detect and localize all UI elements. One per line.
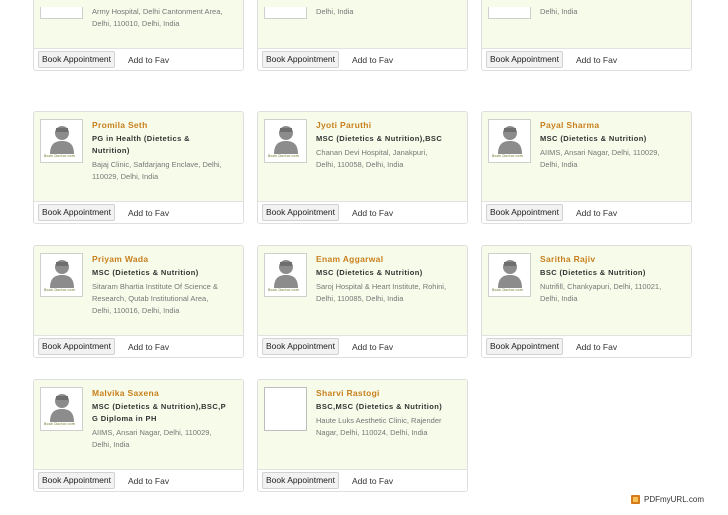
doctor-address: Delhi, India [316,7,354,16]
card-actions: Book Appointment Add to Fav [258,201,467,223]
bookdoctor-logo: Book Doctor.com [492,288,524,292]
doctor-address: Sitaram Bhartia Institute Of Science & Re… [92,282,218,315]
card-actions: Book Appointment Add to Fav [34,469,243,491]
bookdoctor-logo: Book Doctor.com [44,154,76,158]
card-actions: Book Appointment Add to Fav [34,48,243,70]
add-to-fav-link[interactable]: Add to Fav [352,55,393,65]
doctor-name[interactable]: Jyoti Paruthi [316,120,466,131]
add-to-fav-link[interactable]: Add to Fav [352,476,393,486]
brand-text: PDFmyURL.com [643,495,704,504]
doctor-card: Sharvi Rastogi BSC,MSC (Dietetics & Nutr… [257,379,468,492]
doctor-qualification: BSC (Dietetics & Nutrition) [540,268,646,277]
doctor-address: Chanan Devi Hospital, Janakpuri, Delhi, 1… [316,148,428,169]
doctor-address: Army Hospital, Delhi Cantonment Area, De… [92,7,223,28]
pdfmyurl-brand[interactable]: PDFmyURL.com [630,495,704,504]
card-actions: Book Appointment Add to Fav [482,335,691,357]
book-appointment-button[interactable]: Book Appointment [38,51,115,68]
book-appointment-button[interactable]: Book Appointment [262,51,339,68]
card-actions: Book Appointment Add to Fav [34,335,243,357]
doctor-photo [40,7,83,19]
doctor-qualification: PG in Health (Dietetics & Nutrition) [92,134,190,155]
doctor-card-partial: Army Hospital, Delhi Cantonment Area, De… [33,0,244,71]
add-to-fav-link[interactable]: Add to Fav [352,208,393,218]
add-to-fav-link[interactable]: Add to Fav [128,476,169,486]
card-actions: Book Appointment Add to Fav [482,201,691,223]
doctor-name[interactable]: Sharvi Rastogi [316,388,466,399]
book-appointment-button[interactable]: Book Appointment [486,51,563,68]
doctor-address: AIIMS, Ansari Nagar, Delhi, 110029, Delhi… [540,148,660,169]
bookdoctor-logo: Book Doctor.com [268,154,300,158]
doctor-card: Book Doctor.com Promila Seth PG in Healt… [33,111,244,224]
book-appointment-button[interactable]: Book Appointment [262,472,339,489]
doctor-card-partial: Delhi, India Book Appointment Add to Fav [481,0,692,71]
book-appointment-button[interactable]: Book Appointment [262,338,339,355]
doctor-address: Saroj Hospital & Heart Institute, Rohini… [316,282,447,303]
bookdoctor-logo: Book Doctor.com [44,288,76,292]
doctor-card: Book Doctor.com Enam Aggarwal MSC (Diete… [257,245,468,358]
doctor-address: Delhi, India [540,7,578,16]
book-appointment-button[interactable]: Book Appointment [486,338,563,355]
doctor-card: Book Doctor.com Jyoti Paruthi MSC (Diete… [257,111,468,224]
doctor-address: Haute Luks Aesthetic Clinic, Rajender Nag… [316,416,442,437]
book-appointment-button[interactable]: Book Appointment [262,204,339,221]
doctor-qualification: MSC (Dietetics & Nutrition),BSC,P G Diplo… [92,402,227,423]
doctor-name[interactable]: Promila Seth [92,120,242,131]
doctor-qualification: MSC (Dietetics & Nutrition),BSC [316,134,443,143]
doctor-card: Book Doctor.com Malvika Saxena MSC (Diet… [33,379,244,492]
add-to-fav-link[interactable]: Add to Fav [128,55,169,65]
doctor-qualification: MSC (Dietetics & Nutrition) [92,268,199,277]
pdf-icon [630,495,640,504]
doctor-address: Nutrifill, Chankyapuri, Delhi, 110021, De… [540,282,662,303]
book-appointment-button[interactable]: Book Appointment [486,204,563,221]
doctor-photo[interactable]: Book Doctor.com [488,253,531,297]
doctor-photo[interactable] [264,387,307,431]
add-to-fav-link[interactable]: Add to Fav [128,342,169,352]
doctor-photo[interactable]: Book Doctor.com [264,119,307,163]
doctor-photo[interactable]: Book Doctor.com [264,253,307,297]
doctor-qualification: MSC (Dietetics & Nutrition) [316,268,423,277]
doctor-card: Book Doctor.com Priyam Wada MSC (Dieteti… [33,245,244,358]
doctor-address: Bajaj Clinic, Safdarjang Enclave, Delhi,… [92,160,222,181]
doctor-name[interactable]: Malvika Saxena [92,388,242,399]
doctor-photo[interactable]: Book Doctor.com [488,119,531,163]
doctor-photo[interactable]: Book Doctor.com [40,387,83,431]
doctor-photo[interactable]: Book Doctor.com [40,253,83,297]
add-to-fav-link[interactable]: Add to Fav [576,342,617,352]
doctor-name[interactable]: Priyam Wada [92,254,242,265]
bookdoctor-logo: Book Doctor.com [492,154,524,158]
doctor-qualification: MSC (Dietetics & Nutrition) [540,134,647,143]
add-to-fav-link[interactable]: Add to Fav [128,208,169,218]
doctor-qualification: BSC,MSC (Dietetics & Nutrition) [316,402,443,411]
doctor-card: Book Doctor.com Saritha Rajiv BSC (Diete… [481,245,692,358]
card-actions: Book Appointment Add to Fav [34,201,243,223]
card-actions: Book Appointment Add to Fav [258,469,467,491]
doctor-name[interactable]: Saritha Rajiv [540,254,690,265]
doctor-photo [488,7,531,19]
add-to-fav-link[interactable]: Add to Fav [576,208,617,218]
doctor-card: Book Doctor.com Payal Sharma MSC (Dietet… [481,111,692,224]
book-appointment-button[interactable]: Book Appointment [38,338,115,355]
doctor-name[interactable]: Payal Sharma [540,120,690,131]
bookdoctor-logo: Book Doctor.com [268,288,300,292]
bookdoctor-logo: Book Doctor.com [44,422,76,426]
doctor-photo [264,7,307,19]
add-to-fav-link[interactable]: Add to Fav [352,342,393,352]
doctor-address: AIIMS, Ansari Nagar, Delhi, 110029, Delhi… [92,428,212,449]
book-appointment-button[interactable]: Book Appointment [38,472,115,489]
card-actions: Book Appointment Add to Fav [258,335,467,357]
add-to-fav-link[interactable]: Add to Fav [576,55,617,65]
doctor-photo[interactable]: Book Doctor.com [40,119,83,163]
doctor-card-partial: Delhi, India Book Appointment Add to Fav [257,0,468,71]
card-actions: Book Appointment Add to Fav [258,48,467,70]
doctor-name[interactable]: Enam Aggarwal [316,254,466,265]
card-actions: Book Appointment Add to Fav [482,48,691,70]
book-appointment-button[interactable]: Book Appointment [38,204,115,221]
